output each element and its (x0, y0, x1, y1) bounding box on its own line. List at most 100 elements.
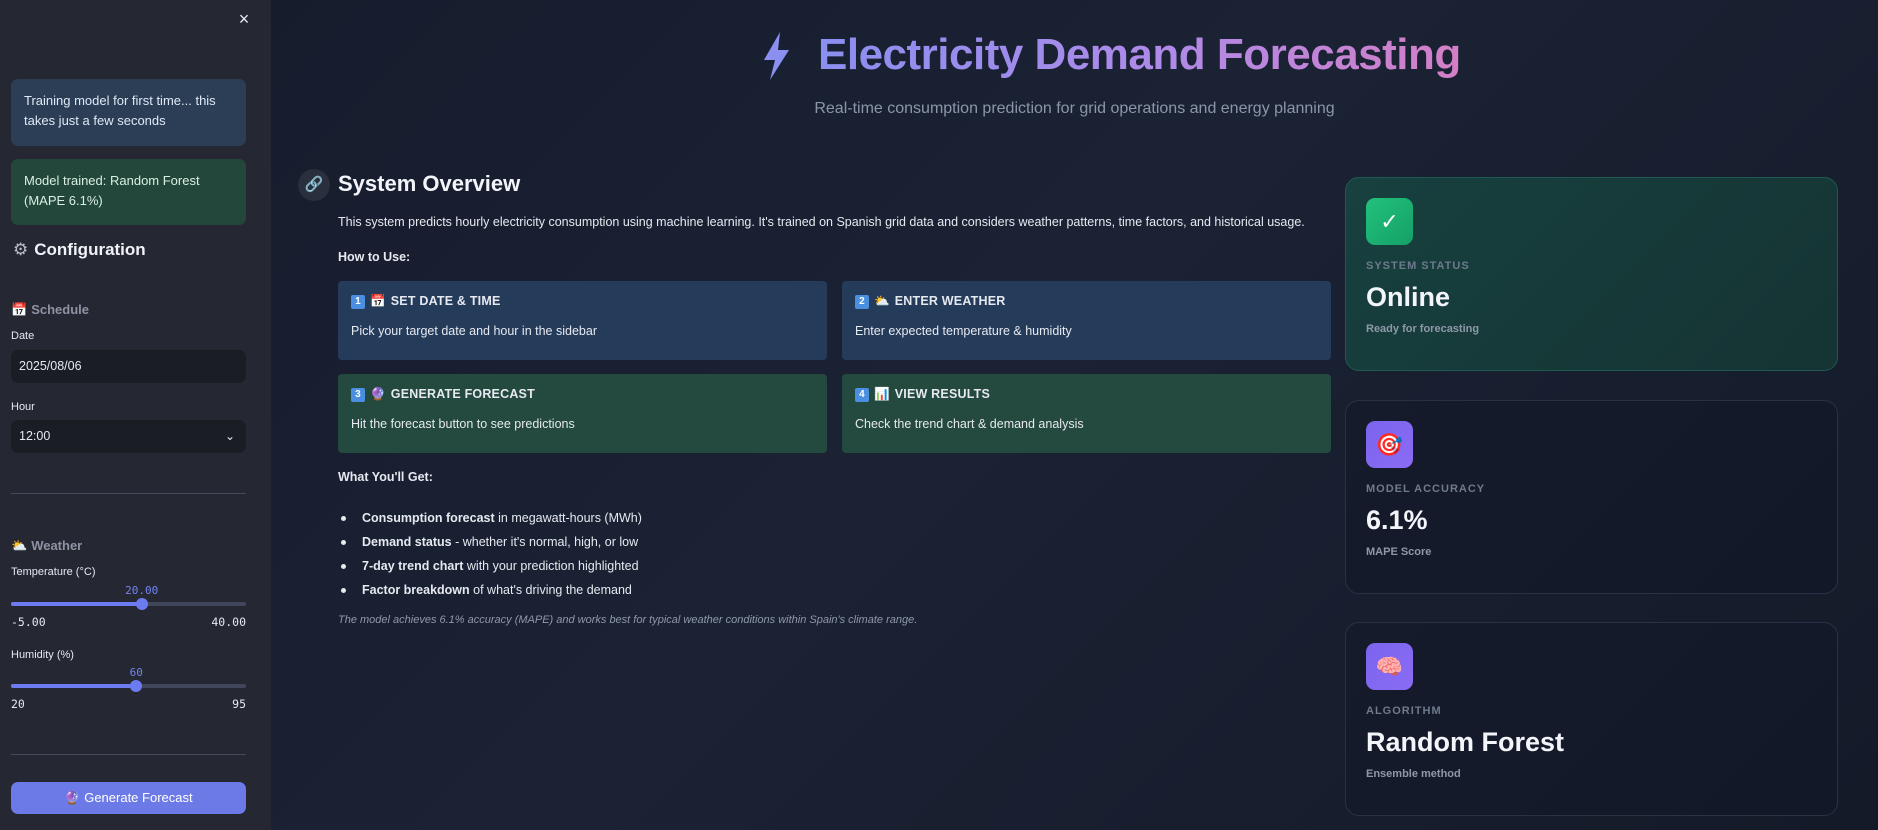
list-item-text: with your prediction highlighted (463, 559, 639, 573)
calendar-icon: 📅 (11, 302, 28, 317)
crystal-ball-icon: 🔮 (370, 387, 386, 401)
step-title: 1 📅 SET DATE & TIME (351, 294, 814, 309)
list-item-bold: 7-day trend chart (362, 559, 464, 573)
list-item-text: of what's driving the demand (469, 583, 632, 597)
date-label: Date (11, 330, 35, 342)
weather-icon: ⛅ (874, 294, 890, 308)
checkmark-icon: ✓ (1366, 198, 1413, 245)
model-accuracy-card: 🎯 MODEL ACCURACY 6.1% MAPE Score (1345, 400, 1838, 594)
temperature-slider-fill (11, 602, 142, 606)
list-item-bold: Factor breakdown (362, 583, 470, 597)
sidebar-divider (11, 493, 246, 494)
list-item-text: - whether it's normal, high, or low (451, 535, 639, 549)
step-number-badge: 1 (351, 295, 365, 309)
sidebar-divider (11, 754, 246, 755)
humidity-slider[interactable] (11, 680, 246, 692)
step-number-badge: 4 (855, 388, 869, 402)
hour-label: Hour (11, 401, 35, 413)
humidity-slider-value: 60 (129, 666, 143, 679)
sidebar: × Training model for first time... this … (0, 0, 271, 830)
humidity-label: Humidity (%) (11, 649, 74, 661)
step-text: Enter expected temperature & humidity (855, 324, 1072, 338)
model-trained-alert: Model trained: Random Forest (MAPE 6.1%) (11, 159, 246, 225)
page-title: Electricity Demand Forecasting (818, 30, 1461, 79)
benefits-list: Consumption forecast in megawatt-hours (… (338, 506, 642, 602)
algorithm-card: 🧠 ALGORITHM Random Forest Ensemble metho… (1345, 622, 1838, 816)
humidity-slider-thumb[interactable] (130, 680, 143, 692)
lightning-bolt-icon (764, 32, 789, 80)
list-item-text: in megawatt-hours (MWh) (494, 511, 642, 525)
configuration-heading: ⚙ Configuration (13, 240, 146, 260)
step-title: 3 🔮 GENERATE FORECAST (351, 387, 814, 402)
step-text: Check the trend chart & demand analysis (855, 417, 1084, 431)
weather-heading: ⛅ Weather (11, 538, 82, 554)
list-item: 7-day trend chart with your prediction h… (338, 554, 642, 578)
list-item: Consumption forecast in megawatt-hours (… (338, 506, 642, 530)
date-input[interactable]: 2025/08/06 (11, 350, 246, 383)
step-card-set-date-time: 1 📅 SET DATE & TIME Pick your target date … (338, 281, 827, 360)
step-title: 2 ⛅ ENTER WEATHER (855, 294, 1318, 309)
temperature-slider[interactable] (11, 598, 246, 610)
card-note: Ensemble method (1366, 768, 1461, 780)
schedule-heading: 📅 Schedule (11, 302, 89, 318)
temperature-slider-value: 20.00 (125, 584, 159, 597)
bar-chart-icon: 📊 (874, 387, 890, 401)
temperature-label: Temperature (°C) (11, 566, 96, 578)
system-status-card: ✓ SYSTEM STATUS Online Ready for forecas… (1345, 177, 1838, 371)
overview-description: This system predicts hourly electricity … (338, 215, 1305, 229)
card-label: ALGORITHM (1366, 705, 1442, 717)
step-title: 4 📊 VIEW RESULTS (855, 387, 1318, 402)
weather-heading-text: Weather (31, 538, 83, 553)
weather-icon: ⛅ (11, 538, 28, 553)
crystal-ball-icon: 🔮 (64, 790, 81, 805)
card-label: MODEL ACCURACY (1366, 483, 1486, 495)
close-sidebar-icon[interactable]: × (233, 8, 255, 30)
list-item: Demand status - whether it's normal, hig… (338, 530, 642, 554)
calendar-icon: 📅 (370, 294, 386, 308)
step-card-enter-weather: 2 ⛅ ENTER WEATHER Enter expected temperatu… (842, 281, 1331, 360)
humidity-range: 20 95 (11, 697, 246, 711)
gear-icon: ⚙ (13, 240, 29, 259)
section-title: System Overview (338, 171, 521, 196)
temperature-max: 40.00 (211, 615, 246, 629)
hour-select-value: 12:00 (19, 429, 51, 443)
chevron-down-icon: ⌄ (224, 429, 235, 443)
list-item: Factor breakdown of what's driving the d… (338, 578, 642, 602)
step-text: Hit the forecast button to see predictio… (351, 417, 575, 431)
page-subtitle: Real-time consumption prediction for gri… (814, 100, 1335, 117)
step-title-text: ENTER WEATHER (894, 294, 1006, 308)
step-card-generate-forecast: 3 🔮 GENERATE FORECAST Hit the forecast but… (338, 374, 827, 453)
link-icon[interactable]: 🔗 (298, 169, 330, 201)
configuration-heading-text: Configuration (34, 240, 146, 259)
target-icon: 🎯 (1366, 421, 1413, 468)
temperature-slider-thumb[interactable] (135, 598, 148, 610)
model-note: The model achieves 6.1% accuracy (MAPE) … (338, 614, 918, 626)
step-text: Pick your target date and hour in the si… (351, 324, 597, 338)
schedule-heading-text: Schedule (31, 302, 89, 317)
card-value: Random Forest (1366, 727, 1565, 757)
card-note: Ready for forecasting (1366, 323, 1480, 335)
generate-forecast-button[interactable]: 🔮 Generate Forecast (11, 782, 246, 814)
humidity-min: 20 (11, 697, 25, 711)
humidity-max: 95 (232, 697, 246, 711)
step-card-view-results: 4 📊 VIEW RESULTS Check the trend chart & d… (842, 374, 1331, 453)
card-label: SYSTEM STATUS (1366, 260, 1470, 272)
step-number-badge: 3 (351, 388, 365, 402)
hour-select[interactable]: 12:00 ⌄ (11, 420, 246, 453)
card-note: MAPE Score (1366, 546, 1432, 558)
temperature-range: -5.00 40.00 (11, 615, 246, 629)
list-item-bold: Demand status (362, 535, 452, 549)
list-item-bold: Consumption forecast (362, 511, 495, 525)
step-title-text: GENERATE FORECAST (390, 387, 535, 401)
card-value: Online (1366, 282, 1451, 312)
how-to-use-heading: How to Use: (338, 250, 411, 264)
temperature-min: -5.00 (11, 615, 46, 629)
card-value: 6.1% (1366, 505, 1428, 535)
step-number-badge: 2 (855, 295, 869, 309)
humidity-slider-fill (11, 684, 137, 688)
what-you-get-heading: What You'll Get: (338, 470, 433, 484)
generate-forecast-label: Generate Forecast (84, 790, 193, 805)
step-title-text: SET DATE & TIME (390, 294, 501, 308)
step-title-text: VIEW RESULTS (894, 387, 990, 401)
brain-icon: 🧠 (1366, 643, 1413, 690)
